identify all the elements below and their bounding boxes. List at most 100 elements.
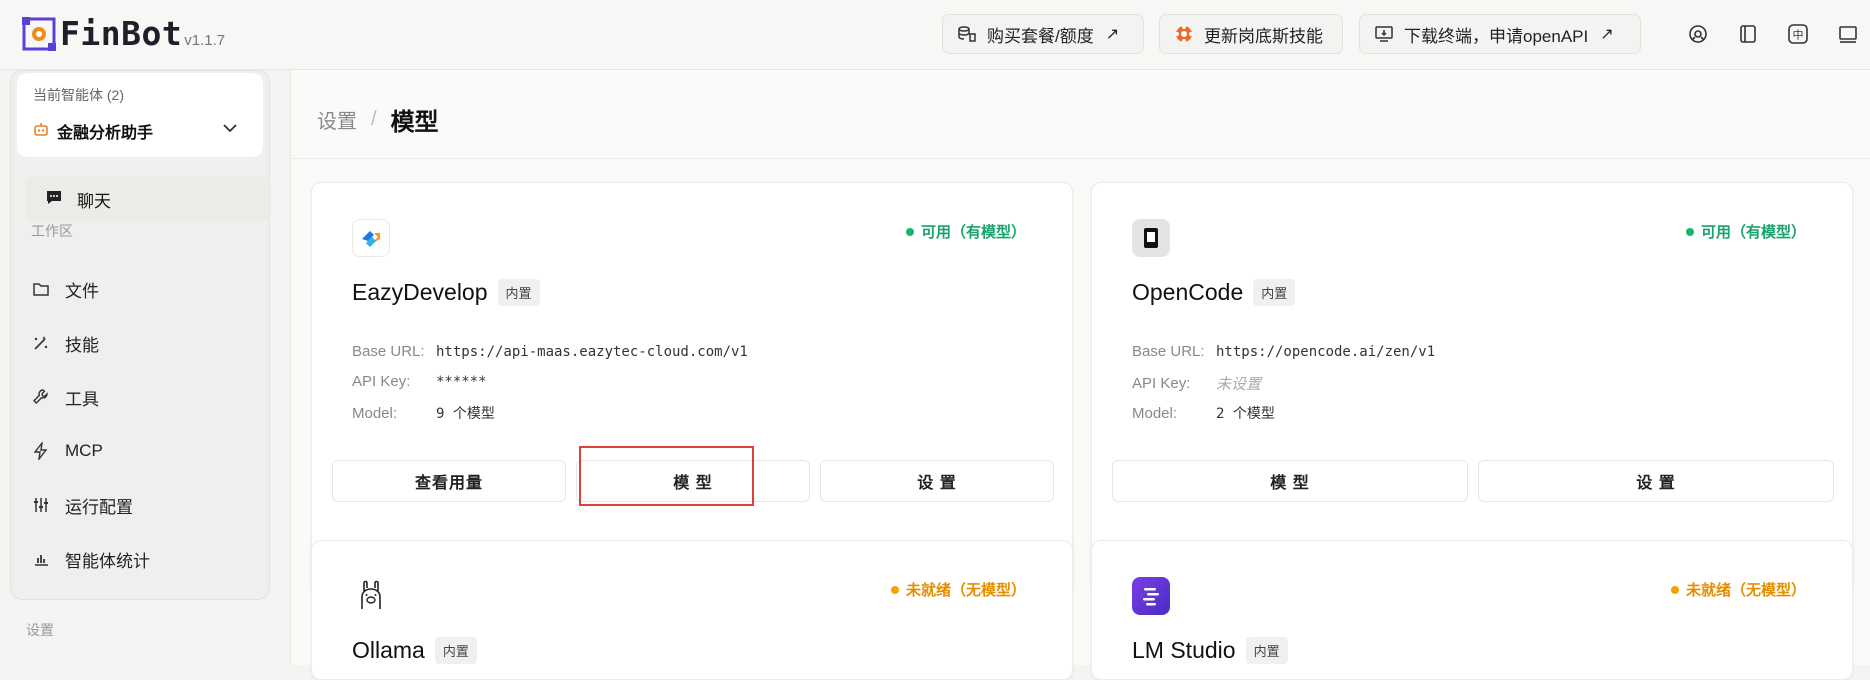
update-skills-label: 更新岗底斯技能 — [1204, 26, 1323, 46]
status-badge: 未就绪（无模型） — [890, 579, 1026, 600]
api-key-row: API Key: 未设置 — [1132, 373, 1261, 394]
buy-plan-button[interactable]: 购买套餐/额度 ↗ — [942, 14, 1144, 54]
status-dot — [905, 227, 914, 236]
sidebar-item-mcp[interactable]: MCP — [31, 431, 261, 471]
settings-button[interactable]: 设 置 — [1478, 460, 1834, 502]
agent-selector[interactable]: 当前智能体 (2) 金融分析助手 — [17, 73, 263, 157]
provider-name: Ollama — [352, 637, 425, 663]
sidebar-item-files[interactable]: 文件 — [31, 269, 261, 309]
sidebar-item-label: 文件 — [65, 281, 99, 301]
sidebar-item-label: 运行配置 — [65, 497, 133, 517]
base-url-label: Base URL: — [1132, 343, 1205, 360]
eazydevelop-logo-icon — [352, 219, 390, 257]
app-name: FinBot — [60, 14, 183, 53]
sidebar: 当前智能体 (2) 金融分析助手 聊天 工作区 文件 技能 工具 MCP 运行配… — [10, 70, 271, 600]
breadcrumb-settings[interactable]: 设置 — [317, 105, 357, 134]
sidebar-item-label: 智能体统计 — [65, 551, 150, 571]
bar-chart-icon — [31, 550, 51, 568]
download-terminal-label: 下载终端，申请openAPI — [1404, 26, 1589, 46]
status-dot — [1685, 227, 1694, 236]
breadcrumb-separator: / — [371, 108, 377, 130]
divider — [291, 158, 1870, 159]
wrench-icon — [31, 388, 51, 406]
api-key-label: API Key: — [1132, 375, 1191, 392]
provider-card-lmstudio: 未就绪（无模型） LM Studio 内置 — [1091, 540, 1853, 680]
status-badge: 未就绪（无模型） — [1670, 579, 1806, 600]
provider-title: LM Studio 内置 — [1132, 637, 1288, 664]
svg-text:中: 中 — [1793, 29, 1804, 42]
workspace-section-label: 工作区 — [31, 223, 73, 239]
builtin-badge: 内置 — [1245, 637, 1288, 664]
agent-count-label: 当前智能体 (2) — [33, 87, 124, 103]
coins-icon — [957, 24, 977, 44]
opencode-logo-icon — [1132, 219, 1170, 257]
settings-section-label: 设置 — [26, 622, 54, 638]
status-badge: 可用（有模型） — [905, 221, 1026, 242]
base-url-row: Base URL: https://opencode.ai/zen/v1 — [1132, 343, 1435, 360]
status-text: 未就绪（无模型） — [905, 582, 1026, 599]
buy-plan-label: 购买套餐/额度 — [987, 26, 1094, 46]
provider-name: EazyDevelop — [352, 279, 488, 305]
sliders-icon — [31, 496, 51, 514]
finbot-logo-icon — [22, 16, 56, 51]
provider-card-eazydevelop: 可用（有模型） EazyDevelop 内置 Base URL: https:/… — [311, 182, 1073, 590]
language-icon[interactable]: 中 — [1786, 22, 1810, 46]
model-count-value: 9 个模型 — [436, 406, 495, 422]
status-text: 可用（有模型） — [920, 224, 1026, 241]
highlight-box — [579, 446, 754, 506]
sidebar-item-skills[interactable]: 技能 — [31, 323, 261, 363]
bolt-icon — [31, 442, 51, 460]
base-url-value: https://api-maas.eazytec-cloud.com/v1 — [436, 343, 748, 360]
sidebar-item-label: 技能 — [65, 335, 99, 355]
layout-icon[interactable] — [1836, 22, 1860, 46]
folder-icon — [31, 280, 51, 298]
provider-title: OpenCode 内置 — [1132, 279, 1296, 306]
model-label: Model: — [352, 404, 398, 422]
magic-icon — [31, 334, 51, 352]
monitor-download-icon — [1374, 24, 1394, 44]
sidebar-item-chat[interactable]: 聊天 — [25, 177, 271, 221]
sidebar-item-agent-stats[interactable]: 智能体统计 — [31, 539, 261, 579]
builtin-badge: 内置 — [1253, 279, 1296, 306]
robot-icon — [33, 121, 49, 142]
api-key-value: ****** — [436, 373, 487, 390]
top-bar: FinBot v1.1.7 购买套餐/额度 ↗ 更新岗底斯技能 下载终端，申请o… — [0, 0, 1870, 70]
app-version: v1.1.7 — [184, 32, 226, 49]
model-row: Model: 2 个模型 — [1132, 403, 1275, 423]
models-button[interactable]: 模 型 — [1112, 460, 1468, 502]
builtin-badge: 内置 — [434, 637, 477, 664]
app-logo[interactable]: FinBot v1.1.7 — [22, 14, 225, 53]
main-content: 设置 / 模型 可用（有模型） EazyDevelop 内置 Base URL:… — [290, 70, 1870, 680]
help-icon[interactable] — [1686, 22, 1710, 46]
breadcrumb: 设置 / 模型 — [317, 102, 439, 137]
settings-button[interactable]: 设 置 — [820, 460, 1054, 502]
status-text: 可用（有模型） — [1700, 224, 1806, 241]
model-row: Model: 9 个模型 — [352, 403, 495, 423]
chat-bubble-icon — [45, 188, 63, 211]
external-link-icon: ↗ — [1600, 26, 1614, 43]
chevron-down-icon[interactable] — [221, 119, 239, 142]
external-link-icon: ↗ — [1105, 26, 1120, 43]
page-title: 模型 — [390, 109, 439, 136]
sidebar-item-run-config[interactable]: 运行配置 — [31, 485, 261, 525]
sidebar-item-label: MCP — [65, 441, 103, 460]
api-key-label: API Key: — [352, 373, 411, 390]
model-count-value: 2 个模型 — [1216, 406, 1275, 422]
api-key-value: 未设置 — [1216, 376, 1262, 393]
book-icon[interactable] — [1736, 22, 1760, 46]
agent-name-label: 金融分析助手 — [57, 125, 154, 142]
provider-title: Ollama 内置 — [352, 637, 477, 664]
status-badge: 可用（有模型） — [1685, 221, 1806, 242]
api-key-row: API Key: ****** — [352, 373, 487, 390]
provider-card-ollama: 未就绪（无模型） Ollama 内置 — [311, 540, 1073, 680]
base-url-value: https://opencode.ai/zen/v1 — [1216, 343, 1436, 360]
sidebar-item-label: 工具 — [65, 389, 99, 409]
status-dot — [890, 585, 899, 594]
provider-title: EazyDevelop 内置 — [352, 279, 540, 306]
status-text: 未就绪（无模型） — [1685, 582, 1806, 599]
view-usage-button[interactable]: 查看用量 — [332, 460, 566, 502]
base-url-row: Base URL: https://api-maas.eazytec-cloud… — [352, 343, 748, 360]
sidebar-item-tools[interactable]: 工具 — [31, 377, 261, 417]
download-terminal-button[interactable]: 下载终端，申请openAPI ↗ — [1359, 14, 1641, 54]
update-skills-button[interactable]: 更新岗底斯技能 — [1159, 14, 1343, 54]
